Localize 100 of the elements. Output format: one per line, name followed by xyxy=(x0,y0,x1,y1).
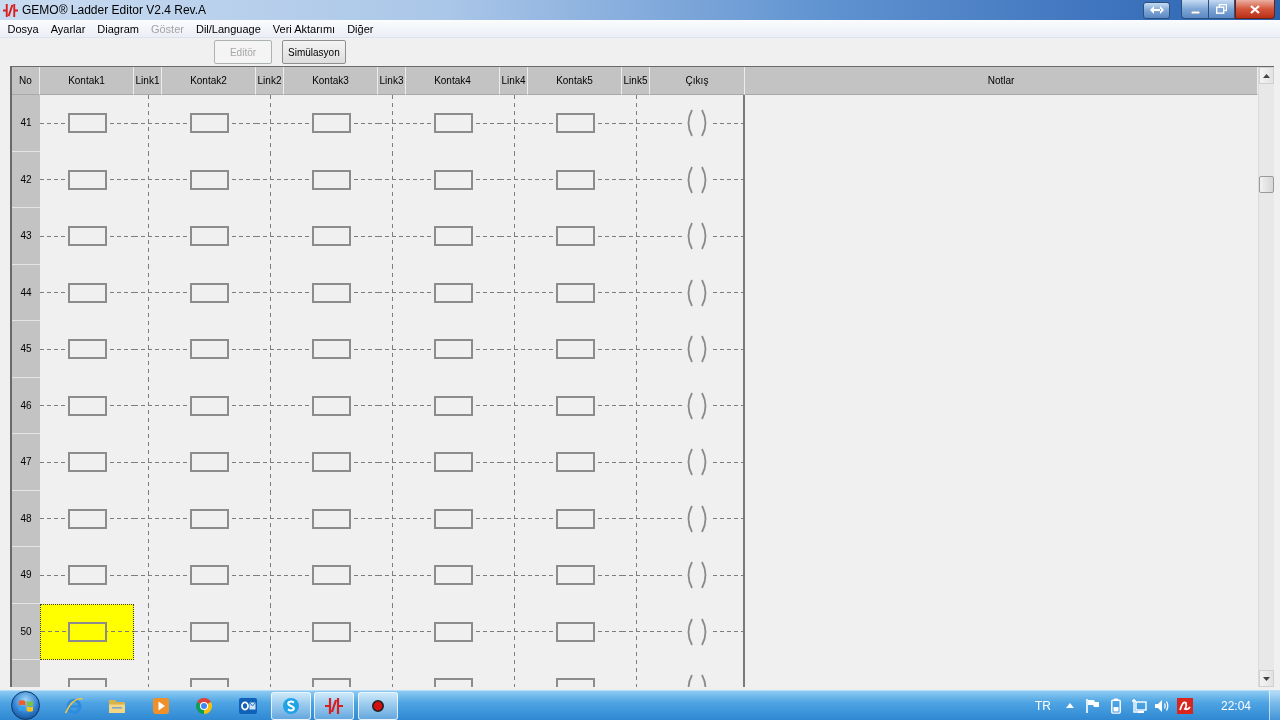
restore-icon xyxy=(1216,4,1227,14)
caret-up-icon xyxy=(1263,73,1270,78)
row-header: 48 xyxy=(12,490,40,547)
contact-slot xyxy=(189,452,229,473)
column-header: Notlar xyxy=(745,67,1258,95)
contact-slot xyxy=(189,508,229,529)
contact-slot xyxy=(67,508,107,529)
record-icon xyxy=(369,697,386,714)
contact-slot xyxy=(433,621,473,642)
contact-slot xyxy=(311,395,351,416)
row-header: 41 xyxy=(12,95,40,152)
menu-item[interactable]: Dosya xyxy=(1,22,45,35)
menu-item[interactable]: Diğer xyxy=(341,22,380,35)
scroll-up-button[interactable] xyxy=(1259,67,1274,84)
contact-slot xyxy=(311,169,351,190)
scrollbar[interactable] xyxy=(1258,67,1274,687)
contact-slot xyxy=(311,565,351,586)
row-header: 45 xyxy=(12,321,40,378)
contact-slot xyxy=(311,113,351,134)
contact-slot xyxy=(189,621,229,642)
globe-e-icon xyxy=(64,695,84,716)
contact-slot xyxy=(189,113,229,134)
contact-slot xyxy=(311,282,351,303)
column-header: Kontak2 xyxy=(162,67,256,95)
contact-slot xyxy=(67,395,107,416)
row-header: 47 xyxy=(12,434,40,491)
network-icon[interactable] xyxy=(1130,697,1147,714)
contact-slot xyxy=(433,508,473,529)
contact-slot xyxy=(311,621,351,642)
column-header: Link5 xyxy=(622,67,650,95)
color-wheel-icon xyxy=(194,695,215,716)
contact-slot xyxy=(555,565,595,586)
column-header: Link4 xyxy=(500,67,528,95)
contact-slot xyxy=(67,113,107,134)
taskbar-button[interactable] xyxy=(357,691,398,720)
contact-slot xyxy=(67,226,107,247)
mail-icon xyxy=(237,695,258,716)
start-button[interactable] xyxy=(11,691,40,720)
play-icon xyxy=(150,695,171,716)
menu-item[interactable]: Ayarlar xyxy=(44,22,92,35)
contact-slot xyxy=(189,169,229,190)
column-header: Kontak4 xyxy=(406,67,500,95)
contact-slot xyxy=(433,113,473,134)
contact-slot xyxy=(555,621,595,642)
contact-slot xyxy=(189,565,229,586)
contact-slot xyxy=(67,452,107,473)
contact-slot xyxy=(433,282,473,303)
row-header: 50 xyxy=(12,603,40,660)
column-header: Kontak1 xyxy=(40,67,134,95)
contact-slot xyxy=(433,452,473,473)
contact-slot xyxy=(555,113,595,134)
contact-slot xyxy=(433,169,473,190)
scrollbar-thumb[interactable] xyxy=(1259,176,1274,193)
double-arrow-icon xyxy=(1149,6,1164,14)
contact-slot xyxy=(555,508,595,529)
column-header: Çıkış xyxy=(650,67,745,95)
close-icon xyxy=(1250,4,1260,14)
contact-slot xyxy=(67,339,107,360)
toolbar-button[interactable]: Simülasyon xyxy=(282,40,346,64)
ladder-cell[interactable] xyxy=(40,603,134,660)
contact-slot xyxy=(555,169,595,190)
contact-slot xyxy=(189,282,229,303)
menu-item[interactable]: Dil/Language xyxy=(189,22,267,35)
column-header: Link2 xyxy=(256,67,284,95)
column-header: Link1 xyxy=(134,67,162,95)
contact-slot xyxy=(555,226,595,247)
contact-slot xyxy=(311,452,351,473)
caret-down-icon xyxy=(1263,676,1270,681)
contact-slot xyxy=(433,565,473,586)
contact-slot xyxy=(189,395,229,416)
flag-icon[interactable] xyxy=(1084,697,1101,714)
column-header: No xyxy=(12,67,40,95)
row-header: 44 xyxy=(12,264,40,321)
column-header: Kontak5 xyxy=(528,67,622,95)
contact-slot xyxy=(67,282,107,303)
contact-slot xyxy=(67,621,107,642)
curl-tile-icon[interactable] xyxy=(1176,697,1193,714)
contact-slot xyxy=(67,565,107,586)
caret-up-icon xyxy=(1065,703,1074,708)
contact-slot xyxy=(189,339,229,360)
scroll-down-button[interactable] xyxy=(1259,670,1274,687)
contact-slot xyxy=(311,508,351,529)
menu-item[interactable]: Diagram xyxy=(91,22,145,35)
swap-button[interactable] xyxy=(1143,1,1170,19)
chat-icon xyxy=(280,695,301,716)
contact-slot xyxy=(433,339,473,360)
contact-slot xyxy=(311,226,351,247)
minimize-button[interactable] xyxy=(1181,0,1208,19)
restore-button[interactable] xyxy=(1208,0,1235,19)
menu-item[interactable]: Veri Aktarımı xyxy=(266,22,342,35)
contact-slot xyxy=(555,452,595,473)
contact-slot xyxy=(189,226,229,247)
column-header: Link3 xyxy=(378,67,406,95)
app-logo-icon xyxy=(3,2,18,18)
contact-slot xyxy=(555,282,595,303)
contact-slot xyxy=(555,339,595,360)
close-button[interactable] xyxy=(1235,0,1275,19)
row-header: 43 xyxy=(12,208,40,265)
contact-slot xyxy=(67,169,107,190)
contact-slot xyxy=(555,395,595,416)
